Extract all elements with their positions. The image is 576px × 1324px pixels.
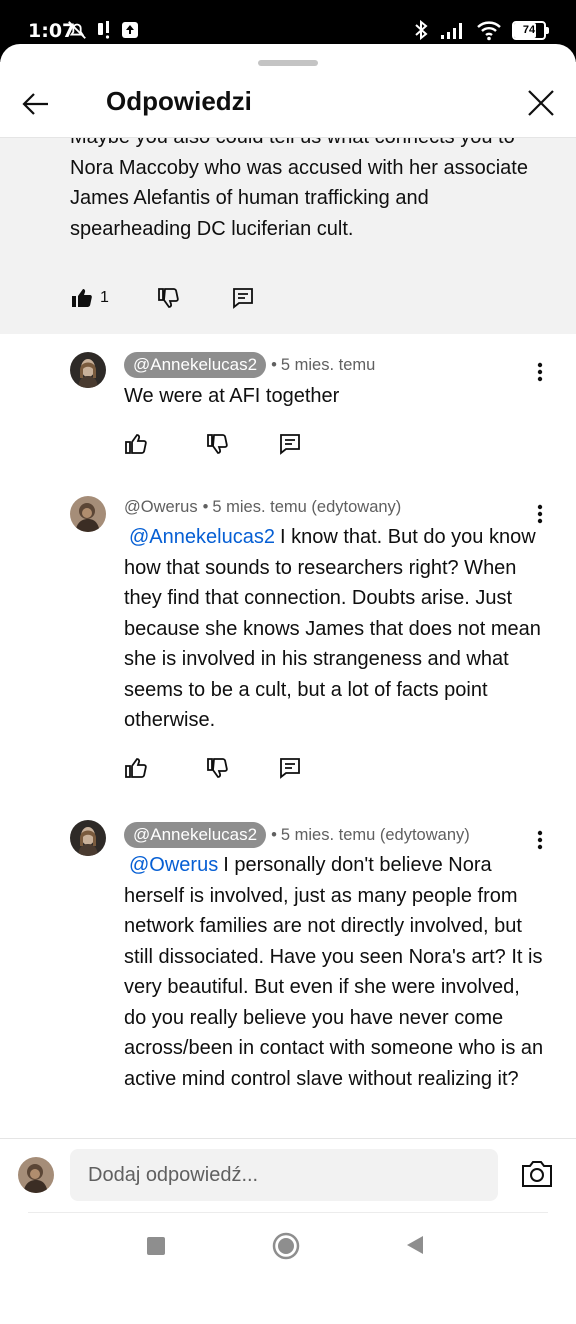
reply-input-placeholder: Dodaj odpowiedź... [88,1163,259,1186]
comment-text: @Owerus I personally don't believe Nora h… [124,850,544,1094]
close-icon[interactable] [524,86,558,120]
sheet-drag-handle[interactable] [258,60,318,66]
bluetooth-icon [415,19,428,41]
comment-time: 5 mies. temu (edytowany) [280,825,470,844]
upload-notification-icon [122,22,138,38]
avatar[interactable] [70,496,106,532]
more-vert-icon[interactable] [530,828,550,852]
arrow-left-icon[interactable] [20,88,52,120]
dislike-icon[interactable] [206,432,230,456]
meta-separator: • [271,825,277,844]
nav-divider [28,1212,548,1213]
comment-body: I personally don't believe Nora herself … [124,854,544,1090]
reply-comment-icon[interactable] [231,286,255,310]
dislike-icon[interactable] [206,756,230,780]
like-filled-icon[interactable] [70,286,94,310]
parent-comment: Maybe you also could tell us what connec… [0,138,576,334]
meta-separator: • [202,498,209,516]
wifi-icon [477,21,501,41]
battery-indicator: 74 [512,20,549,40]
battery-level-text: 74 [522,23,536,36]
system-nav-bar [0,1212,576,1324]
reply-comment-icon[interactable] [278,432,302,456]
mention-link[interactable]: @Annekelucas2 [129,526,275,548]
comment-time: 5 mies. temu (edytowany) [212,498,402,516]
reply-comment-icon[interactable] [278,756,302,780]
comment-body: We were at AFI together [124,385,340,407]
comment-body: I know that. But do you know how that so… [124,526,541,731]
like-count: 1 [100,289,109,306]
replies-sheet: Odpowiedzi Maybe you also could tell us … [0,44,576,1324]
comment-time: 5 mies. temu [280,355,376,374]
vibrate-alert-icon [98,21,110,39]
mention-link[interactable]: @Owerus [129,854,218,876]
like-icon[interactable] [124,756,148,780]
avatar[interactable] [70,352,106,388]
comment-text: We were at AFI together [124,381,544,412]
camera-icon[interactable] [520,1159,554,1189]
back-nav-icon[interactable] [404,1234,426,1256]
parent-comment-text: Maybe you also could tell us what connec… [70,138,528,240]
avatar[interactable] [18,1157,54,1193]
meta-separator: • [271,355,277,374]
cellular-signal-icon [441,23,462,39]
comment-text: @Annekelucas2 I know that. But do you kno… [124,522,544,736]
reply-composer: Dodaj odpowiedź... [0,1139,576,1219]
dislike-icon[interactable] [157,286,181,310]
alarm-off-icon [68,21,86,39]
reply-input[interactable]: Dodaj odpowiedź... [70,1149,498,1201]
comment-author[interactable]: @Annekelucas2 [124,352,267,378]
avatar[interactable] [70,820,106,856]
sheet-header: Odpowiedzi [0,72,576,138]
like-icon[interactable] [124,432,148,456]
comment-author[interactable]: @Owerus [124,498,198,517]
home-icon[interactable] [272,1232,300,1260]
page-title: Odpowiedzi [106,86,252,116]
comment-author[interactable]: @Annekelucas2 [124,822,267,848]
recent-apps-icon[interactable] [146,1236,166,1256]
